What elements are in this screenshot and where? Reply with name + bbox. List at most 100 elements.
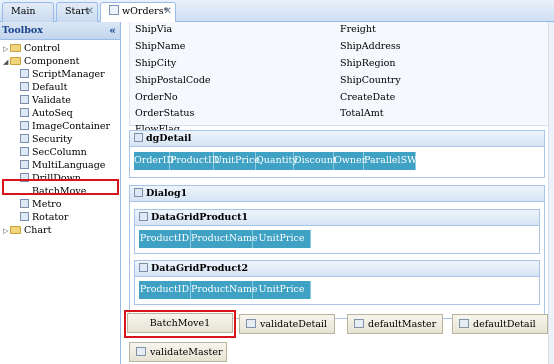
column-header[interactable]: ParallelSWT [364,152,423,170]
highlight-box [124,310,236,338]
validatemaster-component[interactable]: validateMaster [129,342,227,362]
component-icon [20,108,29,117]
folder-icon [10,57,21,65]
tree-folder-chart[interactable]: ▷ Chart [3,224,51,237]
field-label[interactable]: OrderNo [135,92,178,103]
expand-icon[interactable]: ▷ [3,225,10,238]
component-icon [20,199,29,208]
dgdetail-panel[interactable]: dgDetail OrderID ProductID UnitPrice Qua… [129,130,545,178]
tree-folder-component[interactable]: ◢ Component [3,55,79,68]
close-icon[interactable]: ✕ [86,3,94,21]
tree-item-scriptmanager[interactable]: ScriptManager [20,68,105,81]
field-label[interactable]: ShipPostalCode [135,75,211,86]
tree-item-imagecontainer[interactable]: ImageContainer [20,120,110,133]
tree-label: Default [32,82,68,93]
tree-label: Component [24,56,80,67]
validate-icon [246,319,256,328]
dialog-panel[interactable]: Dialog1 DataGridProduct1 ProductID Produ… [129,185,545,319]
tree-folder-control[interactable]: ▷ Control [3,42,60,55]
component-icon [20,121,29,130]
defaultdetail-component[interactable]: defaultDetail [452,314,548,334]
default-icon [459,319,469,328]
component-icon [20,160,29,169]
column-header[interactable]: Owner [334,152,366,170]
column-header[interactable]: OrderID [134,152,174,170]
tab-worders[interactable]: wOrders* ✕ [100,2,176,23]
tree-item-default[interactable]: Default [20,81,67,94]
panel-title: Dialog1 [146,188,188,199]
component-icon [20,95,29,104]
dialog-icon [134,188,143,197]
tree-label: Rotator [32,212,69,223]
grid-icon [134,133,143,142]
grid-icon [139,212,148,221]
tree-item-seccolumn[interactable]: SecColumn [20,146,87,159]
highlight-box [2,179,119,195]
validate-icon [136,347,146,356]
column-header[interactable]: ProductName [191,230,258,248]
tree-item-multilanguage[interactable]: MultiLanguage [20,159,105,172]
field-label[interactable]: ShipCity [135,58,176,69]
tree-item-metro[interactable]: Metro [20,198,61,211]
designer-canvas: ShipVia ShipName ShipCity ShipPostalCode… [122,22,554,364]
column-header[interactable]: ProductID [139,281,191,299]
tab-start[interactable]: Start ✕ [56,2,98,22]
column-header[interactable]: Quantity [256,152,298,170]
field-label[interactable]: ShipRegion [340,58,395,69]
component-label: defaultDetail [473,319,536,330]
column-header[interactable]: UnitPrice [253,230,311,248]
field-label[interactable]: ShipCountry [340,75,401,86]
field-label[interactable]: ShipVia [135,24,172,35]
datagridproduct2-panel[interactable]: DataGridProduct2 ProductID ProductName U… [134,260,540,305]
column-header[interactable]: ProductID [170,152,219,170]
field-label[interactable]: Freight [340,24,376,35]
column-header[interactable]: UnitPrice [253,281,311,299]
component-icon [20,134,29,143]
component-icon [20,147,29,156]
panel-header: dgDetail [130,131,544,147]
datagridproduct1-panel[interactable]: DataGridProduct1 ProductID ProductName U… [134,209,540,254]
grid-icon [139,263,148,272]
tab-bar: Main Start ✕ wOrders* ✕ [0,0,554,23]
tree-item-rotator[interactable]: Rotator [20,211,68,224]
toolbox-header: Toolbox « [0,22,120,40]
tree-label: AutoSeq [32,108,73,119]
field-label[interactable]: ShipName [135,41,185,52]
vertical-scrollbar[interactable] [548,22,554,364]
tree-item-validate[interactable]: Validate [20,94,71,107]
tab-main[interactable]: Main [2,2,54,22]
tree-label: MultiLanguage [32,160,106,171]
tree-label: Chart [24,225,52,236]
column-header[interactable]: ProductName [191,281,258,299]
toolbox-title: Toolbox [2,25,43,36]
field-label[interactable]: ShipAddress [340,41,401,52]
component-label: validateDetail [260,319,328,330]
panel-title: dgDetail [146,133,192,144]
default-icon [354,319,364,328]
column-header[interactable]: ProductID [139,230,191,248]
collapse-icon[interactable]: « [109,22,116,40]
tree-label: Validate [32,95,71,106]
collapse-node-icon[interactable]: ◢ [3,56,10,69]
folder-icon [10,226,21,234]
field-label[interactable]: TotalAmt [340,108,384,119]
panel-title: DataGridProduct2 [151,263,249,274]
component-label: defaultMaster [368,319,437,330]
column-header[interactable]: Discount [294,152,337,170]
component-icon [20,212,29,221]
component-label: validateMaster [150,347,223,358]
defaultmaster-component[interactable]: defaultMaster [347,314,443,334]
dgdetail-header-row: OrderID ProductID UnitPrice Quantity Dis… [134,152,423,170]
field-label[interactable]: OrderStatus [135,108,194,119]
tree-label: ScriptManager [32,69,105,80]
panel-header: DataGridProduct2 [135,261,539,277]
tab-label: Main [11,6,36,17]
field-label[interactable]: CreateDate [340,92,395,103]
column-header[interactable]: UnitPrice [214,152,260,170]
tree-item-autoseq[interactable]: AutoSeq [20,107,73,120]
tree-item-security[interactable]: Security [20,133,72,146]
toolbox-panel: Toolbox « ▷ Control ◢ Component ScriptMana… [0,22,121,364]
validatedetail-component[interactable]: validateDetail [239,314,335,334]
close-icon[interactable]: ✕ [164,3,172,21]
panel-header: DataGridProduct1 [135,210,539,226]
